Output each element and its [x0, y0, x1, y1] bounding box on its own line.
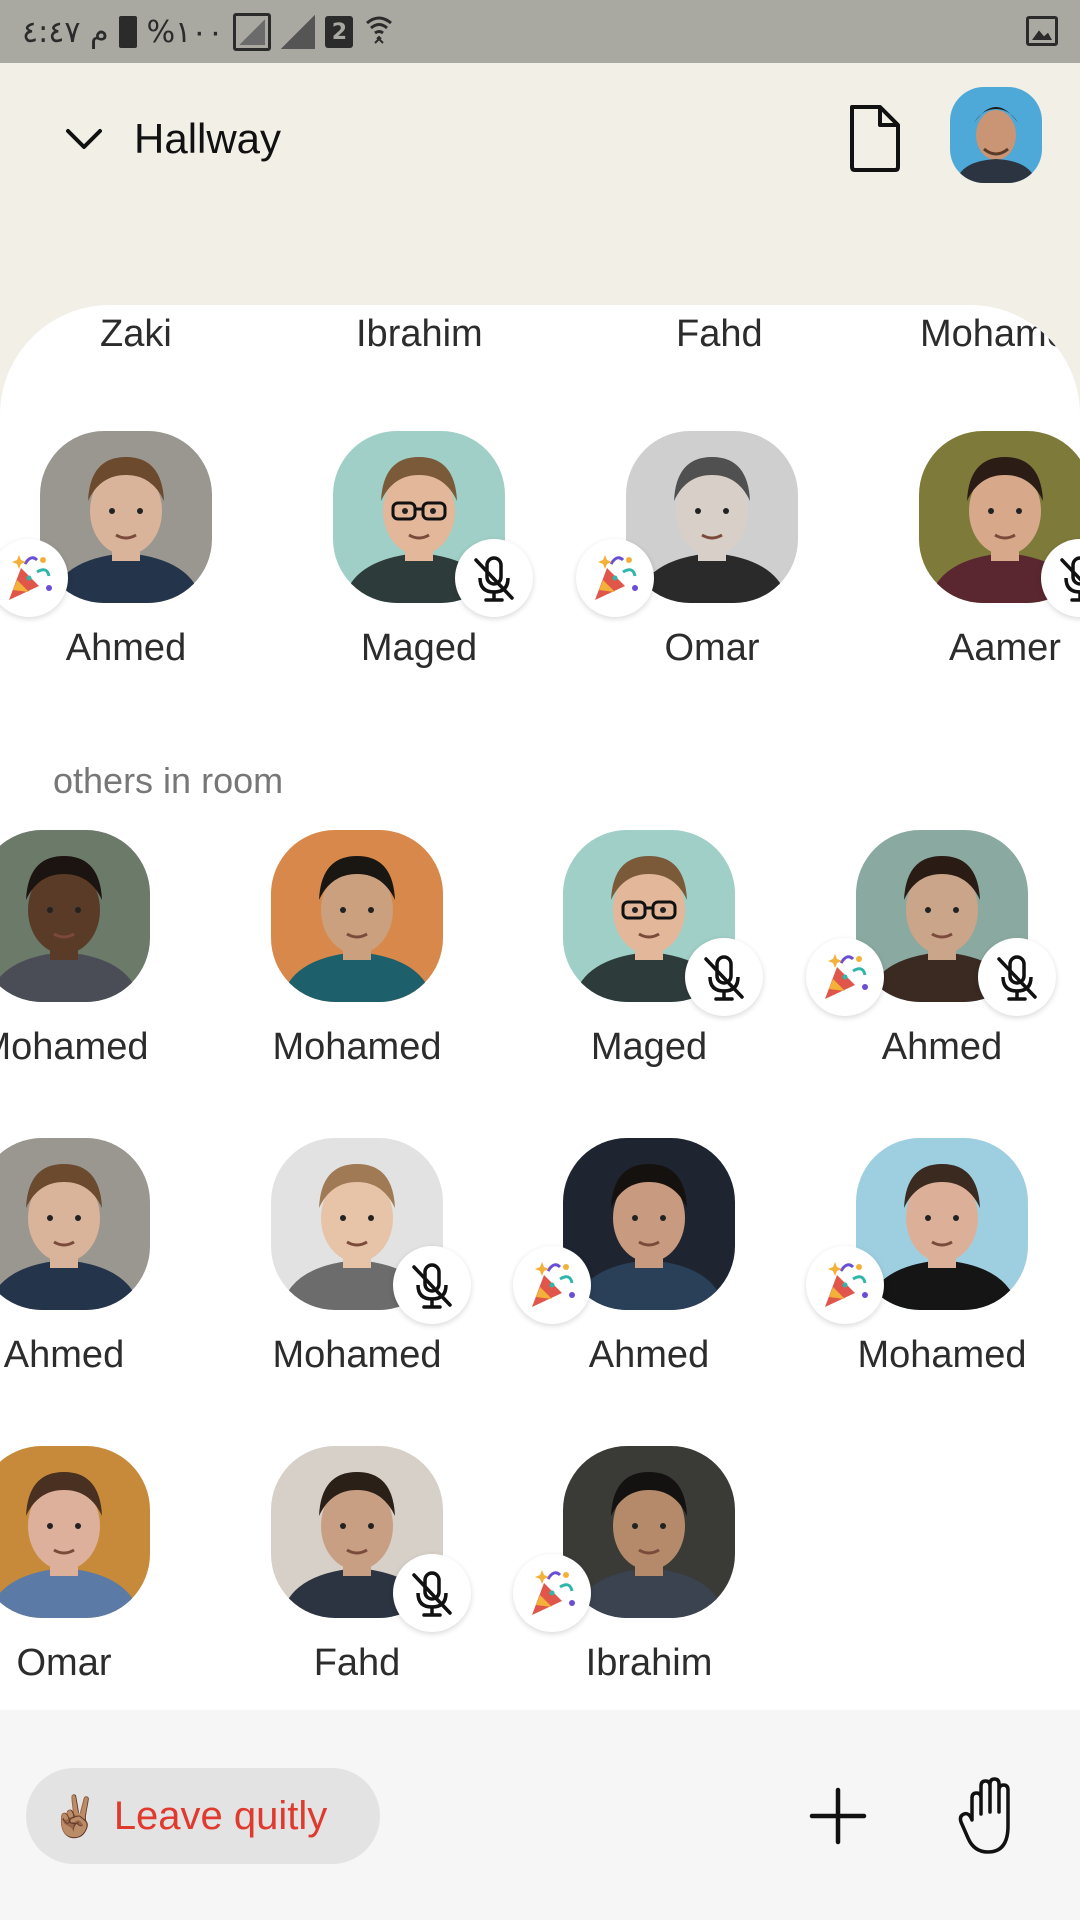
muted-mic-icon: [393, 1246, 471, 1324]
participant-name: Ahmed: [65, 627, 187, 669]
party-popper-icon: [806, 1246, 884, 1324]
party-popper-icon: [513, 1554, 591, 1632]
muted-mic-icon: [393, 1554, 471, 1632]
leave-quietly-label: Leave quitly: [113, 1793, 328, 1838]
participant-name: Mohamed: [0, 1026, 149, 1068]
muted-mic-icon: [455, 539, 533, 617]
participant-name: Maged: [360, 627, 478, 669]
party-popper-icon: [576, 539, 654, 617]
avatar[interactable]: [271, 830, 443, 1002]
party-popper-icon: [806, 938, 884, 1016]
participant-name: Maged: [590, 1026, 708, 1068]
leave-quietly-button[interactable]: ✌🏽 Leave quitly: [26, 1768, 380, 1864]
document-icon[interactable]: [846, 103, 902, 173]
avatar[interactable]: [0, 1138, 150, 1310]
status-time: م ٤:٤٧: [22, 14, 109, 50]
participant-name: Ahmed: [881, 1026, 1003, 1068]
participant-name: Mohamed: [272, 1026, 442, 1068]
participant-name: Fahd: [313, 1642, 401, 1684]
participant-name: Omar: [664, 627, 760, 669]
sim-2-icon: 2: [325, 16, 354, 48]
participant-name: Fahd: [676, 313, 763, 355]
participant-name: Ahmed: [588, 1334, 710, 1376]
sim-signal-icon: [233, 13, 272, 51]
chevron-down-icon[interactable]: [62, 117, 106, 161]
cell-signal-icon: [281, 15, 316, 49]
plus-icon[interactable]: [808, 1786, 868, 1846]
participant-name: Mohamed: [857, 1334, 1027, 1376]
participant-name: Ahmed: [3, 1334, 125, 1376]
room-selector[interactable]: Hallway: [62, 115, 281, 163]
participant-name: Mohamed: [272, 1334, 442, 1376]
wifi-icon: [363, 11, 395, 53]
participant-name: Ibrahim: [356, 313, 483, 355]
muted-mic-icon: [685, 938, 763, 1016]
party-popper-icon: [513, 1246, 591, 1324]
gallery-notification-icon: [1026, 16, 1058, 46]
avatar[interactable]: [0, 1446, 150, 1618]
participant-name: Zaki: [100, 313, 172, 355]
battery-icon: [118, 16, 137, 48]
participant-name: Mohame: [920, 313, 1068, 355]
participant-name: Aamer: [949, 627, 1061, 669]
raise-hand-icon[interactable]: [958, 1776, 1020, 1856]
room-panel: Zaki Ibrahim Fahd Mohame Ahmed Maged Omar Aame…: [0, 305, 1080, 1710]
bottom-bar: ✌🏽 Leave quitly: [0, 1710, 1080, 1920]
room-title: Hallway: [134, 115, 282, 162]
peace-emoji-icon: ✌🏽: [50, 1793, 100, 1840]
battery-percent: %١٠٠: [146, 14, 224, 50]
status-bar: م ٤:٤٧ %١٠٠ 2: [0, 0, 1080, 63]
participant-name: Omar: [16, 1642, 112, 1684]
muted-mic-icon: [978, 938, 1056, 1016]
profile-avatar[interactable]: [950, 87, 1042, 183]
avatar[interactable]: [0, 830, 150, 1002]
others-section-label: others in room: [53, 760, 284, 801]
room-header: Hallway: [0, 63, 1080, 313]
status-left: م ٤:٤٧ %١٠٠ 2: [22, 10, 395, 54]
participant-name: Ibrahim: [585, 1642, 713, 1684]
